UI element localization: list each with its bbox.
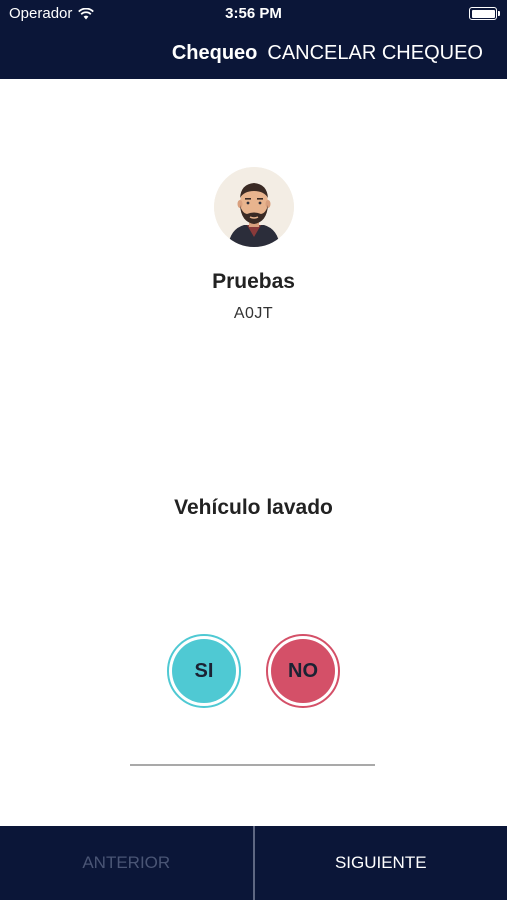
no-label: NO xyxy=(271,639,335,703)
cancel-checkup-button[interactable]: CANCELAR CHEQUEO xyxy=(267,42,483,65)
nav-bar: Chequeo CANCELAR CHEQUEO xyxy=(172,40,483,66)
status-bar: Operador 3:56 PM xyxy=(0,0,507,28)
yes-label: SI xyxy=(172,639,236,703)
bottom-bar: ANTERIOR SIGUIENTE xyxy=(0,826,507,900)
previous-button[interactable]: ANTERIOR xyxy=(0,826,255,900)
page-title: Chequeo xyxy=(171,41,258,64)
man-avatar-icon xyxy=(214,167,294,247)
status-time: 3:56 PM xyxy=(225,5,282,22)
yes-button[interactable]: SI xyxy=(167,634,241,708)
question-text: Vehículo lavado xyxy=(174,496,333,519)
profile-code: A0JT xyxy=(233,305,274,322)
next-button[interactable]: SIGUIENTE xyxy=(255,826,507,900)
top-bar: Operador 3:56 PM Chequeo CANCELAR CHEQUE… xyxy=(0,0,507,79)
battery-icon xyxy=(469,7,500,20)
avatar xyxy=(214,167,294,247)
profile-name: Pruebas xyxy=(212,270,295,293)
no-button[interactable]: NO xyxy=(266,634,340,708)
divider xyxy=(130,764,375,766)
checkup-screen: Operador 3:56 PM Chequeo CANCELAR CHEQUE… xyxy=(0,0,507,900)
